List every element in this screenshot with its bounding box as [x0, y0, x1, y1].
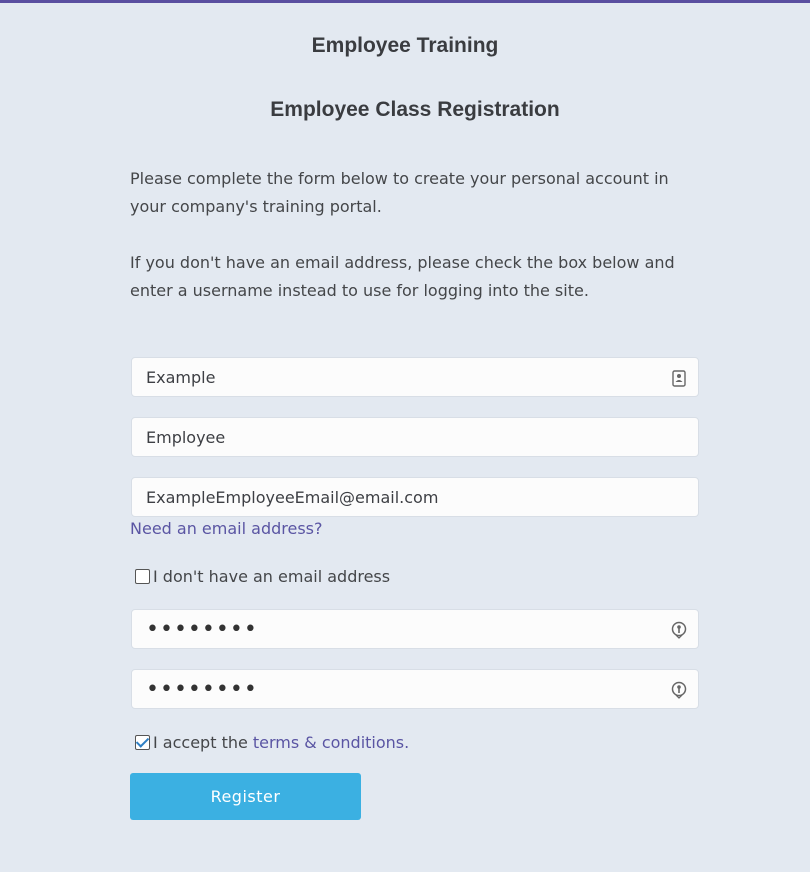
- terms-checkbox-row[interactable]: I accept the terms & conditions.: [135, 733, 409, 752]
- terms-checkbox[interactable]: [135, 735, 150, 750]
- first-name-field: [131, 357, 699, 397]
- confirm-password-input[interactable]: [132, 670, 698, 708]
- first-name-input[interactable]: [132, 358, 698, 396]
- page-title: Employee Class Registration: [270, 98, 560, 121]
- terms-checkbox-label: I accept the: [153, 733, 248, 752]
- last-name-input[interactable]: [132, 418, 698, 456]
- no-email-checkbox-row[interactable]: I don't have an email address: [135, 567, 390, 586]
- password-input[interactable]: [132, 610, 698, 648]
- need-email-link[interactable]: Need an email address?: [130, 519, 323, 538]
- top-accent-bar: [0, 0, 810, 3]
- no-email-checkbox[interactable]: [135, 569, 150, 584]
- no-email-checkbox-label: I don't have an email address: [153, 567, 391, 586]
- email-input[interactable]: [132, 478, 698, 516]
- register-button[interactable]: Register: [130, 773, 361, 820]
- terms-conditions-link[interactable]: terms & conditions.: [253, 733, 409, 752]
- password-key-icon[interactable]: [671, 681, 687, 699]
- password-key-icon[interactable]: [671, 621, 687, 639]
- intro-paragraph-1: Please complete the form below to create…: [130, 169, 669, 216]
- email-field: [131, 477, 699, 517]
- contact-card-icon[interactable]: [671, 369, 687, 387]
- intro-paragraph-2: If you don't have an email address, plea…: [130, 253, 675, 300]
- site-title: Employee Training: [311, 34, 499, 57]
- password-field: [131, 609, 699, 649]
- confirm-password-field: [131, 669, 699, 709]
- last-name-field: [131, 417, 699, 457]
